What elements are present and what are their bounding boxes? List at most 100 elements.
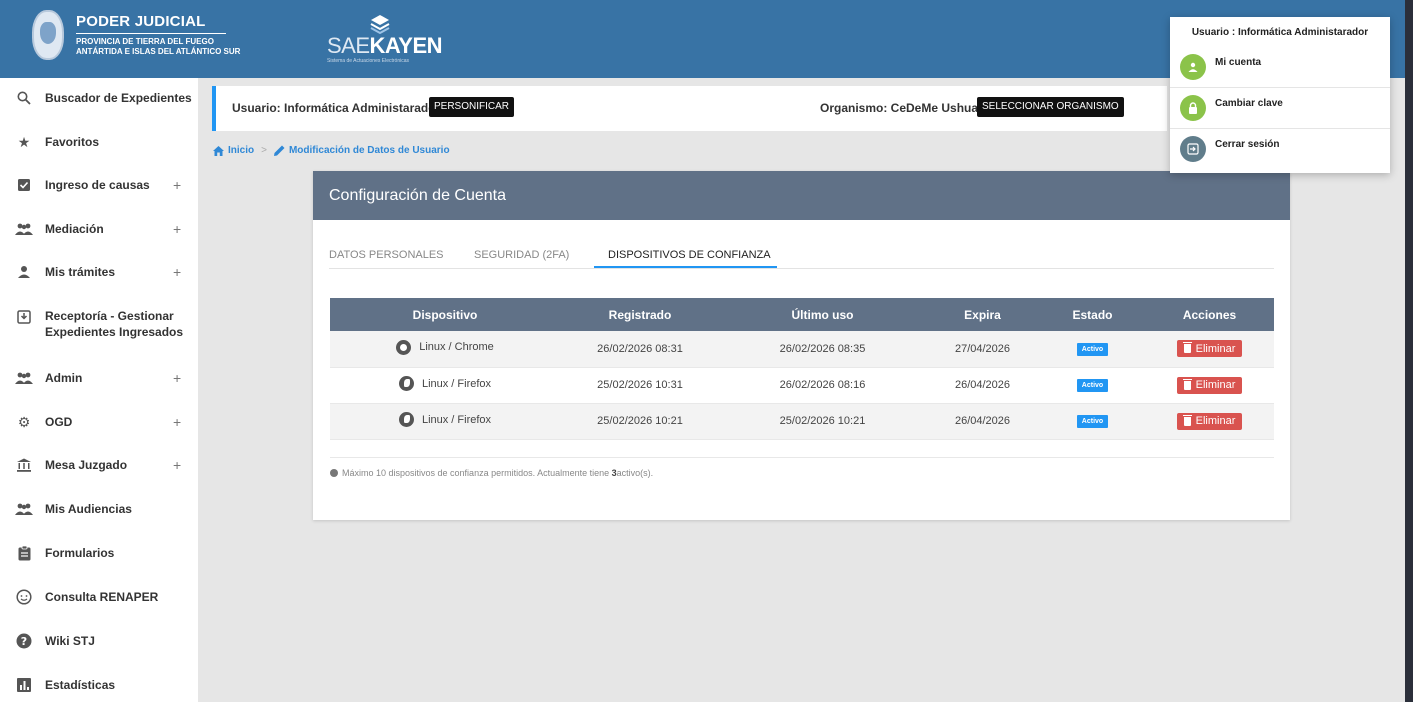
- sidebar-item-estadisticas[interactable]: Estadísticas: [0, 675, 198, 695]
- tab-dispositivos-confianza[interactable]: DISPOSITIVOS DE CONFIANZA: [608, 249, 771, 261]
- app-name-thin: SAE: [327, 33, 370, 58]
- sae-logo-icon: [370, 15, 390, 35]
- delete-label: Eliminar: [1195, 342, 1236, 355]
- breadcrumb-current: Modificación de Datos de Usuario: [288, 145, 450, 156]
- trash-icon: [1182, 342, 1192, 354]
- sidebar-item-consulta-renaper[interactable]: Consulta RENAPER: [0, 587, 198, 607]
- firefox-icon: [398, 376, 414, 391]
- expires-date: 26/04/2026: [925, 367, 1040, 404]
- expand-plus-icon[interactable]: +: [173, 414, 181, 430]
- sidebar-item-label: Mesa Juzgado: [45, 458, 128, 472]
- expand-plus-icon[interactable]: +: [173, 370, 181, 386]
- group-icon: [15, 220, 33, 238]
- delete-device-button[interactable]: Eliminar: [1176, 412, 1243, 430]
- sidebar-item-formularios[interactable]: Formularios: [0, 543, 198, 563]
- pencil-icon: [273, 145, 285, 156]
- sidebar-item-wiki-stj[interactable]: ? Wiki STJ: [0, 631, 198, 651]
- sidebar-item-mis-tramites[interactable]: Mis trámites +: [0, 262, 198, 282]
- sidebar-item-ogd[interactable]: ⚙ OGD +: [0, 412, 198, 432]
- menu-item-cambiar-clave[interactable]: Cambiar clave: [1170, 88, 1390, 129]
- clipboard-icon: [15, 544, 33, 562]
- home-icon: [213, 145, 224, 156]
- expand-plus-icon[interactable]: +: [173, 177, 181, 193]
- current-user-text: Usuario: Informática Administarador: [232, 101, 441, 115]
- sidebar-item-receptoria[interactable]: Receptoría - Gestionar Expedientes Ingre…: [0, 306, 198, 342]
- note-prefix: Máximo 10 dispositivos de confianza perm…: [342, 468, 610, 478]
- device-limit-note: Máximo 10 dispositivos de confianza perm…: [330, 468, 653, 478]
- expand-plus-icon[interactable]: +: [173, 221, 181, 237]
- col-expira: Expira: [925, 298, 1040, 331]
- sidebar-item-label: Favoritos: [45, 135, 100, 149]
- select-org-button[interactable]: SELECCIONAR ORGANISMO: [977, 97, 1124, 117]
- sidebar-item-label: Formularios: [45, 546, 115, 560]
- bank-icon: [15, 456, 33, 474]
- app-name-bold: KAYEN: [369, 33, 443, 58]
- sidebar-item-label: Mis trámites: [45, 265, 116, 279]
- face-icon: [15, 588, 33, 606]
- app-logo[interactable]: SAEKAYEN Sistema de Actuaciones Electrón…: [327, 13, 443, 64]
- sidebar-item-label: Mis Audiencias: [45, 502, 132, 516]
- tab-seguridad-2fa[interactable]: SEGURIDAD (2FA): [474, 249, 569, 261]
- brand-subtitle-2: ANTÁRTIDA E ISLAS DEL ATLÁNTICO SUR: [76, 47, 241, 56]
- table-header-row: Dispositivo Registrado Último uso Expira…: [330, 298, 1274, 331]
- tab-bar: DATOS PERSONALES SEGURIDAD (2FA) DISPOSI…: [329, 241, 1274, 269]
- registered-date: 26/02/2026 08:31: [560, 331, 720, 368]
- gear-icon: ⚙: [17, 413, 31, 430]
- delete-label: Eliminar: [1195, 415, 1236, 427]
- trusted-devices-table: Dispositivo Registrado Último uso Expira…: [330, 298, 1274, 440]
- last-used-date: 25/02/2026 10:21: [720, 403, 925, 440]
- sidebar-item-ingreso-causas[interactable]: Ingreso de causas +: [0, 175, 198, 195]
- status-badge: Activo: [1076, 415, 1109, 428]
- table-row: Linux / Firefox 25/02/2026 10:31 26/02/2…: [330, 367, 1274, 404]
- window-edge: [1405, 0, 1413, 702]
- chart-icon: [15, 676, 33, 694]
- status-badge: Activo: [1076, 342, 1109, 356]
- brand-subtitle-1: PROVINCIA DE TIERRA DEL FUEGO: [76, 37, 214, 46]
- app-tagline: Sistema de Actuaciones Electrónicas: [327, 58, 409, 64]
- sidebar-item-admin[interactable]: Admin +: [0, 368, 198, 388]
- active-tab-indicator: [594, 266, 777, 268]
- delete-device-button[interactable]: Eliminar: [1176, 340, 1243, 358]
- sidebar-item-mediacion[interactable]: Mediación +: [0, 219, 198, 239]
- svg-text:?: ?: [21, 635, 27, 648]
- search-icon: [15, 89, 33, 107]
- last-used-date: 26/02/2026 08:16: [720, 367, 925, 404]
- sidebar-item-buscador[interactable]: Buscador de Expedientes: [0, 88, 198, 108]
- expand-plus-icon[interactable]: +: [173, 457, 181, 473]
- breadcrumb: Inicio > Modificación de Datos de Usuari…: [213, 145, 450, 156]
- sidebar-item-label: Ingreso de causas: [45, 178, 150, 192]
- expand-plus-icon[interactable]: +: [173, 264, 181, 280]
- col-ultimo-uso: Último uso: [720, 298, 925, 331]
- group-icon: [15, 500, 33, 518]
- logout-icon: [1180, 136, 1206, 162]
- brand[interactable]: PODER JUDICIAL PROVINCIA DE TIERRA DEL F…: [32, 10, 240, 60]
- sidebar-item-mis-audiencias[interactable]: Mis Audiencias: [0, 499, 198, 519]
- menu-item-label: Cambiar clave: [1215, 98, 1283, 109]
- personify-button[interactable]: PERSONIFICAR: [429, 97, 515, 117]
- firefox-icon: [398, 412, 414, 427]
- device-name: Linux / Firefox: [421, 377, 492, 390]
- registered-date: 25/02/2026 10:31: [560, 367, 720, 404]
- province-seal-icon: [32, 10, 64, 60]
- breadcrumb-home-link[interactable]: Inicio: [228, 145, 254, 156]
- col-dispositivo: Dispositivo: [330, 298, 560, 331]
- device-name: Linux / Chrome: [419, 341, 494, 354]
- brand-title: PODER JUDICIAL: [76, 13, 226, 34]
- current-org-text: Organismo: CeDeMe Ushuaia: [820, 101, 989, 115]
- col-registrado: Registrado: [560, 298, 720, 331]
- sidebar-item-favoritos[interactable]: ★ Favoritos: [0, 132, 198, 152]
- expires-date: 27/04/2026: [925, 331, 1040, 368]
- chrome-icon: [396, 339, 412, 355]
- sidebar-item-label: Estadísticas: [45, 678, 116, 692]
- tab-datos-personales[interactable]: DATOS PERSONALES: [329, 249, 444, 261]
- trash-icon: [1182, 378, 1192, 390]
- menu-item-cerrar-sesion[interactable]: Cerrar sesión: [1170, 129, 1390, 170]
- device-name: Linux / Firefox: [421, 413, 492, 426]
- menu-item-mi-cuenta[interactable]: Mi cuenta: [1170, 47, 1390, 88]
- sidebar: Buscador de Expedientes ★ Favoritos Ingr…: [0, 78, 198, 702]
- account-config-card: Configuración de Cuenta DATOS PERSONALES…: [313, 171, 1290, 520]
- group-icon: [15, 369, 33, 387]
- delete-device-button[interactable]: Eliminar: [1176, 376, 1243, 394]
- sidebar-item-label: Mediación: [45, 222, 104, 236]
- sidebar-item-mesa-juzgado[interactable]: Mesa Juzgado +: [0, 455, 198, 475]
